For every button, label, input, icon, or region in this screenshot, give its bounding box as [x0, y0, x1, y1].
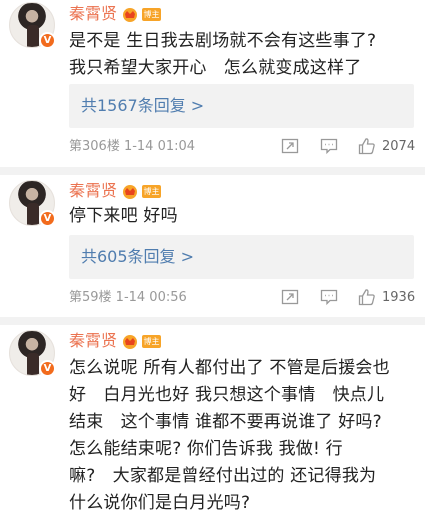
comment-text: 是不是 生日我去剧场就不会有这些事了? 我只希望大家开心 怎么就变成这样了 [69, 31, 377, 78]
crown-icon [121, 6, 139, 22]
comment-text: 怎么说呢 所有人都付出了 不管是后援会也 好 白月光也好 我只想这个事情 快点儿… [69, 358, 390, 511]
author-tag: 博主 [142, 184, 162, 198]
comment-icon[interactable] [319, 287, 341, 309]
floor-timestamp: 第59楼 1-14 00:56 [69, 290, 187, 305]
repost-icon[interactable] [280, 136, 302, 158]
verified-badge: V [39, 210, 56, 227]
like-icon[interactable] [357, 136, 379, 158]
divider [0, 317, 425, 325]
author-tag: 博主 [142, 7, 162, 21]
like-icon[interactable] [357, 287, 379, 309]
reply-summary[interactable]: 共605条回复 > [69, 235, 414, 279]
username[interactable]: 秦霄贤 [69, 331, 117, 351]
comment-text: 停下来吧 好吗 [69, 206, 178, 226]
view-replies-link[interactable]: 共1567条回复 > [81, 95, 204, 117]
verified-badge: V [39, 360, 56, 377]
view-replies-link[interactable]: 共605条回复 > [81, 246, 194, 268]
username[interactable]: 秦霄贤 [69, 4, 117, 24]
repost-icon[interactable] [280, 287, 302, 309]
crown-icon [121, 183, 139, 199]
author-tag: 博主 [142, 334, 162, 348]
floor-timestamp: 第306楼 1-14 01:04 [69, 139, 196, 154]
crown-icon [121, 333, 139, 349]
like-count: 1936 [382, 290, 416, 305]
divider [0, 167, 425, 175]
verified-badge: V [39, 32, 56, 49]
like-count: 2074 [382, 139, 416, 154]
username[interactable]: 秦霄贤 [69, 181, 117, 201]
reply-summary[interactable]: 共1567条回复 > [69, 84, 414, 128]
comment-icon[interactable] [319, 136, 341, 158]
